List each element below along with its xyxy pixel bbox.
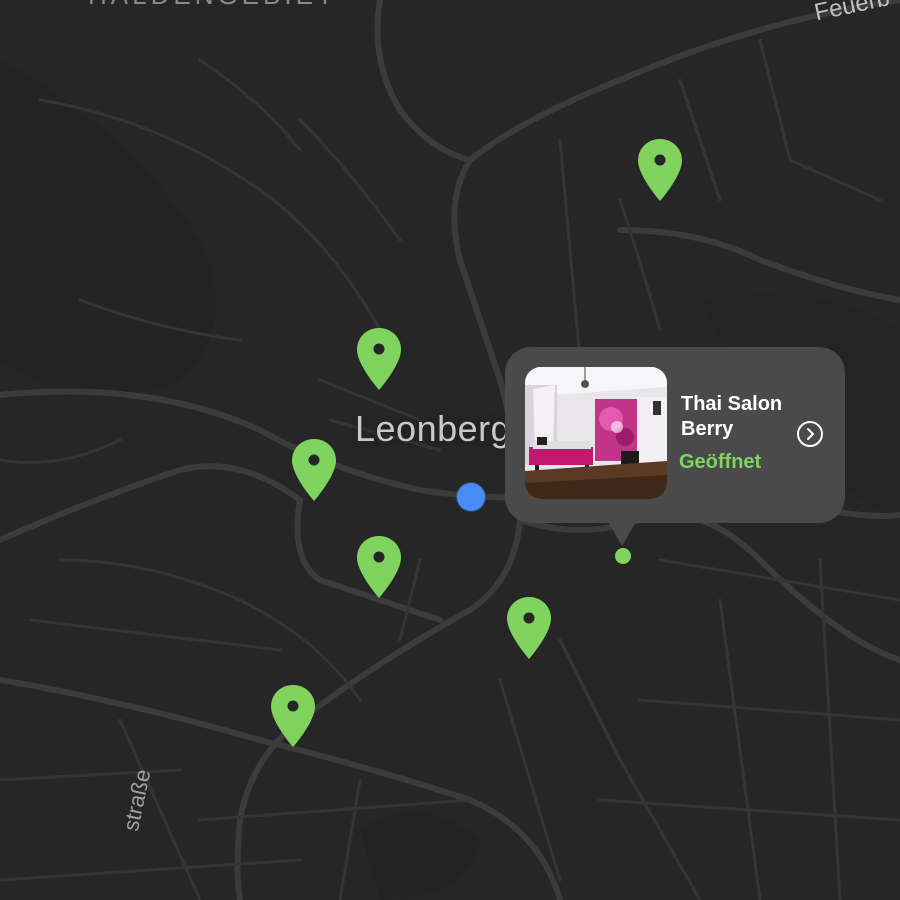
map-pin-icon <box>507 597 551 659</box>
map-pin-icon <box>357 328 401 390</box>
location-pin-1[interactable] <box>638 139 682 201</box>
location-pin-6[interactable] <box>271 685 315 747</box>
salon-photo[interactable] <box>525 367 667 499</box>
selected-location-dot[interactable] <box>615 548 631 564</box>
callout-pointer <box>607 520 637 546</box>
city-label: Leonberg <box>355 408 512 449</box>
user-location-dot[interactable] <box>457 483 485 511</box>
location-callout[interactable]: Thai Salon Berry Geöffnet <box>505 347 845 523</box>
chevron-right-circle-icon[interactable] <box>797 421 823 447</box>
place-title[interactable]: Thai Salon Berry <box>681 392 801 442</box>
map-pin-icon <box>638 139 682 201</box>
location-pin-3[interactable] <box>292 439 336 501</box>
location-pin-2[interactable] <box>357 328 401 390</box>
location-pin-5[interactable] <box>507 597 551 659</box>
map-pin-icon <box>271 685 315 747</box>
location-pin-4[interactable] <box>357 536 401 598</box>
map-pin-icon <box>357 536 401 598</box>
district-label: HALDENGEBIET <box>88 0 337 11</box>
map-pin-icon <box>292 439 336 501</box>
open-status: Geöffnet <box>679 451 762 473</box>
